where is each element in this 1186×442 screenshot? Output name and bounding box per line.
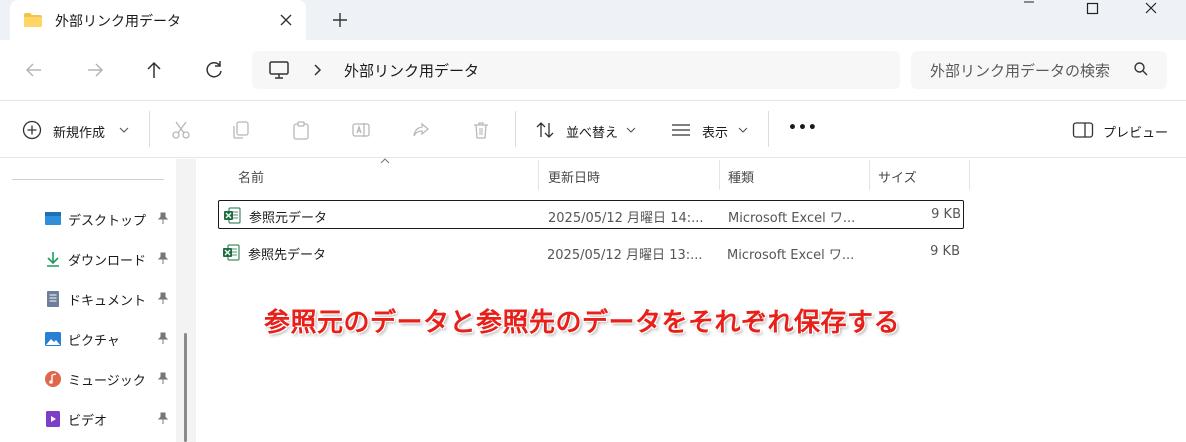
file-size: 9 KB [931, 207, 961, 222]
video-icon [46, 411, 60, 427]
file-name[interactable]: 参照元データ [249, 207, 327, 226]
sidebar-item-downloads[interactable]: ダウンロード [40, 245, 180, 273]
search-icon[interactable] [1133, 61, 1149, 77]
sidebar-item-documents[interactable]: ドキュメント [40, 285, 180, 313]
column-divider[interactable] [969, 160, 970, 190]
chevron-down-icon [626, 127, 636, 133]
back-arrow-icon[interactable] [23, 59, 45, 81]
sidebar-item-label: ピクチャ [68, 334, 120, 349]
rename-icon[interactable] [351, 120, 371, 140]
annotation-caption: 参照元のデータと参照先のデータをそれぞれ保存する [264, 308, 901, 338]
more-options-button[interactable]: ••• [788, 120, 818, 136]
music-icon [45, 371, 61, 387]
share-icon[interactable] [411, 120, 431, 140]
column-header-name[interactable]: 名前 [238, 167, 264, 186]
pictures-icon [45, 332, 61, 346]
sort-icon[interactable] [535, 120, 555, 140]
download-icon [47, 252, 59, 267]
desktop-icon [45, 212, 61, 225]
column-header-modified[interactable]: 更新日時 [548, 167, 600, 186]
maximize-button[interactable] [1070, 0, 1116, 18]
document-icon [47, 291, 59, 307]
file-size: 9 KB [930, 244, 960, 259]
file-name[interactable]: 参照先データ [248, 244, 326, 263]
sidebar-item-label: ドキュメント [68, 294, 147, 309]
cut-icon[interactable] [171, 120, 191, 140]
column-divider[interactable] [538, 160, 539, 190]
new-button[interactable]: 新規作成 [53, 122, 105, 141]
copy-icon[interactable] [231, 120, 251, 140]
breadcrumb-folder[interactable]: 外部リンク用データ [344, 60, 479, 81]
toolbar-divider [768, 111, 769, 147]
paste-icon[interactable] [291, 120, 311, 140]
refresh-icon[interactable] [203, 59, 225, 81]
excel-file-icon [223, 244, 240, 261]
column-divider[interactable] [719, 160, 720, 190]
sidebar-scroll-thumb[interactable] [184, 333, 187, 442]
column-divider[interactable] [869, 160, 870, 190]
file-type: Microsoft Excel ワ... [728, 211, 856, 226]
up-arrow-icon[interactable] [143, 59, 165, 81]
file-type: Microsoft Excel ワ... [727, 248, 855, 263]
view-button[interactable]: 表示 [702, 122, 728, 141]
sidebar-item-label: ミュージック [68, 374, 146, 389]
sidebar-divider [12, 179, 164, 180]
delete-icon[interactable] [471, 120, 491, 140]
file-row[interactable]: 参照元データ 2025/05/12 月曜日 14:... Microsoft E… [218, 200, 964, 229]
toolbar-divider [515, 111, 516, 147]
forward-arrow-icon[interactable] [84, 59, 106, 81]
sidebar-item-videos[interactable]: ビデオ [40, 405, 180, 433]
sidebar-item-desktop[interactable]: デスクトップ [40, 205, 180, 233]
column-header-size[interactable]: サイズ [878, 167, 917, 186]
excel-file-icon [224, 207, 241, 224]
sort-ascending-icon [380, 158, 390, 164]
column-header-type[interactable]: 種類 [728, 167, 754, 186]
pin-icon [157, 292, 169, 304]
chevron-down-icon [738, 127, 748, 133]
view-lines-icon[interactable] [671, 122, 691, 138]
pin-icon [157, 212, 169, 224]
preview-button[interactable]: プレビュー [1103, 122, 1168, 141]
pin-icon [157, 412, 169, 424]
folder-icon [24, 13, 42, 27]
file-modified: 2025/05/12 月曜日 13:... [547, 248, 703, 263]
file-modified: 2025/05/12 月曜日 14:... [548, 211, 704, 226]
preview-pane-icon[interactable] [1072, 121, 1094, 139]
new-plus-icon[interactable] [22, 120, 42, 140]
tab-title: 外部リンク用データ [55, 14, 181, 30]
sidebar-item-label: ビデオ [68, 414, 108, 429]
close-tab-icon[interactable] [276, 10, 296, 30]
close-window-button[interactable] [1128, 0, 1174, 18]
this-pc-icon [269, 61, 289, 79]
file-row[interactable]: 参照先データ 2025/05/12 月曜日 13:... Microsoft E… [218, 238, 964, 267]
pin-icon [157, 332, 169, 344]
toolbar-divider [149, 111, 150, 147]
chevron-down-icon [119, 127, 129, 133]
sidebar-item-label: デスクトップ [68, 214, 147, 229]
sidebar-item-music[interactable]: ミュージック [40, 365, 180, 393]
sort-button[interactable]: 並べ替え [566, 122, 618, 141]
pin-icon [157, 372, 169, 384]
sidebar-item-label: ダウンロード [68, 254, 147, 269]
search-placeholder: 外部リンク用データの検索 [930, 62, 1111, 80]
breadcrumb-chevron-icon[interactable] [307, 59, 329, 81]
pin-icon [157, 252, 169, 264]
new-tab-button[interactable] [330, 10, 350, 30]
tab-current-folder[interactable]: 外部リンク用データ [10, 0, 306, 40]
sidebar-item-pictures[interactable]: ピクチャ [40, 325, 180, 353]
minimize-button[interactable] [1006, 0, 1052, 18]
